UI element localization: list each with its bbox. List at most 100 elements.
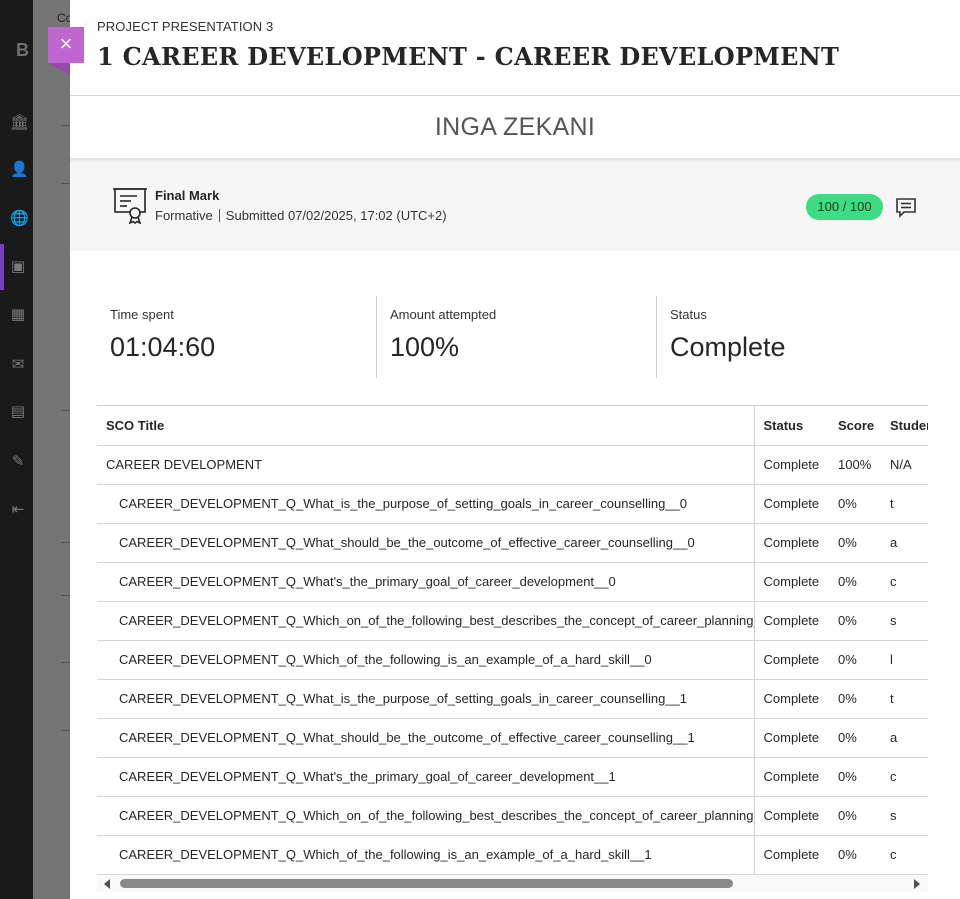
column-header-score[interactable]: Score — [829, 406, 881, 446]
calendar-icon: ▦ — [10, 306, 26, 323]
score-cell: 0% — [829, 484, 881, 524]
table-row: CAREER_DEVELOPMENT_Q_What's_the_primary_… — [97, 757, 928, 797]
status-cell: Complete — [754, 484, 829, 524]
stat-label: Status — [670, 307, 707, 322]
table-row: CAREER_DEVELOPMENT_Q_What_is_the_purpose… — [97, 679, 928, 719]
stat-value: 01:04:60 — [110, 332, 216, 362]
tools-icon: ✎ — [11, 453, 25, 470]
score-cell: 100% — [829, 445, 881, 485]
sign-out-icon: ⇤ — [11, 501, 25, 518]
sco-table: SCO Title Status Score Student CAREER DE… — [97, 406, 928, 875]
stat-status: Status Complete — [657, 296, 937, 378]
grade-type: Formative — [155, 208, 213, 223]
score-cell: 0% — [829, 640, 881, 680]
sco-title-cell: CAREER_DEVELOPMENT_Q_What's_the_primary_… — [97, 562, 755, 602]
score-cell: 0% — [829, 796, 881, 836]
score-cell: 0% — [829, 562, 881, 602]
student-response-cell: N/A — [881, 445, 928, 485]
sco-title-cell: CAREER_DEVELOPMENT_Q_What's_the_primary_… — [97, 757, 755, 797]
scroll-left-icon[interactable] — [104, 879, 110, 889]
sco-title-cell: CAREER_DEVELOPMENT_Q_Which_on_of_the_fol… — [97, 796, 755, 836]
student-response-cell: a — [881, 718, 928, 758]
profile-icon: 👤 — [10, 161, 29, 178]
stat-label: Amount attempted — [390, 307, 497, 322]
grades-icon: ▤ — [10, 403, 26, 420]
status-cell: Complete — [754, 640, 829, 680]
sco-title-cell: CAREER_DEVELOPMENT_Q_What_is_the_purpose… — [97, 484, 755, 524]
table-row: CAREER DEVELOPMENT Complete 100% N/A — [97, 445, 928, 485]
table-row: CAREER_DEVELOPMENT_Q_What_should_be_the_… — [97, 523, 928, 563]
stat-label: Time spent — [110, 307, 174, 322]
background-content: Co — [33, 0, 73, 899]
final-mark-section: Final Mark Formative Submitted 07/02/2025… — [70, 162, 960, 251]
final-mark-details: Formative Submitted 07/02/2025, 17:02 (UT… — [155, 208, 447, 223]
column-header-status[interactable]: Status — [754, 406, 829, 446]
sco-title-cell: CAREER_DEVELOPMENT_Q_What_should_be_the_… — [97, 523, 755, 563]
table-row: CAREER_DEVELOPMENT_Q_What_is_the_purpose… — [97, 484, 928, 524]
close-button-tab — [48, 63, 70, 75]
sco-title-cell: CAREER_DEVELOPMENT_Q_Which_on_of_the_fol… — [97, 601, 755, 641]
student-response-cell: a — [881, 523, 928, 563]
student-response-cell: s — [881, 601, 928, 641]
stat-time-spent: Time spent 01:04:60 — [97, 296, 377, 378]
score-cell: 0% — [829, 601, 881, 641]
close-button[interactable]: × — [48, 27, 84, 63]
student-response-cell: t — [881, 484, 928, 524]
divider — [218, 209, 220, 222]
score-cell: 0% — [829, 679, 881, 719]
submitted-date: Submitted 07/02/2025, 17:02 (UTC+2) — [225, 208, 447, 223]
table-row: CAREER_DEVELOPMENT_Q_What's_the_primary_… — [97, 562, 928, 602]
status-cell: Complete — [754, 562, 829, 602]
courses-icon: ▣ — [10, 258, 26, 275]
scroll-right-icon[interactable] — [914, 879, 920, 889]
logo: B — [16, 40, 29, 60]
feedback-comment-icon[interactable] — [894, 195, 918, 219]
assessment-kicker: PROJECT PRESENTATION 3 — [97, 19, 274, 34]
page-title: 1 CAREER DEVELOPMENT - CAREER DEVELOPMEN… — [97, 42, 840, 71]
status-cell: Complete — [754, 445, 829, 485]
horizontal-scrollbar[interactable] — [97, 875, 928, 892]
student-response-cell: l — [881, 640, 928, 680]
score-cell: 0% — [829, 718, 881, 758]
table-row: CAREER_DEVELOPMENT_Q_Which_of_the_follow… — [97, 835, 928, 875]
status-cell: Complete — [754, 796, 829, 836]
stat-amount-attempted: Amount attempted 100% — [377, 296, 657, 378]
status-cell: Complete — [754, 601, 829, 641]
status-cell: Complete — [754, 718, 829, 758]
attempt-panel: PROJECT PRESENTATION 3 1 CAREER DEVELOPM… — [70, 0, 960, 899]
table-row: CAREER_DEVELOPMENT_Q_Which_on_of_the_fol… — [97, 601, 928, 641]
close-icon: × — [59, 31, 73, 56]
student-response-cell: t — [881, 679, 928, 719]
status-cell: Complete — [754, 523, 829, 563]
messages-icon: ✉ — [11, 356, 25, 373]
column-header-sco-title[interactable]: SCO Title — [97, 406, 755, 446]
status-cell: Complete — [754, 757, 829, 797]
nav-active-indicator — [0, 244, 4, 290]
panel-header: PROJECT PRESENTATION 3 1 CAREER DEVELOPM… — [70, 0, 960, 96]
sco-title-cell: CAREER_DEVELOPMENT_Q_Which_of_the_follow… — [97, 835, 755, 875]
scrollbar-thumb[interactable] — [120, 879, 733, 888]
table-row: CAREER_DEVELOPMENT_Q_Which_of_the_follow… — [97, 640, 928, 680]
table-header-row: SCO Title Status Score Student — [97, 406, 928, 446]
stat-value: 100% — [390, 332, 460, 362]
student-response-cell: c — [881, 562, 928, 602]
table-row: CAREER_DEVELOPMENT_Q_What_should_be_the_… — [97, 718, 928, 758]
column-header-student[interactable]: Student — [881, 406, 928, 446]
score-pill[interactable]: 100 / 100 — [806, 194, 883, 220]
base-navigation: B 🏛 👤 🌐 ▣ ▦ ✉ ▤ ✎ ⇤ — [0, 0, 33, 899]
sco-title-cell: CAREER_DEVELOPMENT_Q_What_is_the_purpose… — [97, 679, 755, 719]
status-cell: Complete — [754, 835, 829, 875]
sco-title-cell: CAREER_DEVELOPMENT_Q_Which_of_the_follow… — [97, 640, 755, 680]
student-name: INGA ZEKANI — [434, 113, 596, 141]
score-cell: 0% — [829, 523, 881, 563]
certificate-icon — [113, 188, 147, 224]
globe-icon: 🌐 — [10, 210, 29, 227]
sco-table-container[interactable]: SCO Title Status Score Student CAREER DE… — [97, 405, 928, 875]
score-cell: 0% — [829, 835, 881, 875]
student-response-cell: c — [881, 757, 928, 797]
sco-title-cell: CAREER DEVELOPMENT — [97, 445, 755, 485]
final-mark-label: Final Mark — [155, 188, 220, 203]
student-response-cell: s — [881, 796, 928, 836]
sco-title-cell: CAREER_DEVELOPMENT_Q_What_should_be_the_… — [97, 718, 755, 758]
attempt-stats: Time spent 01:04:60 Amount attempted 100… — [97, 296, 937, 378]
